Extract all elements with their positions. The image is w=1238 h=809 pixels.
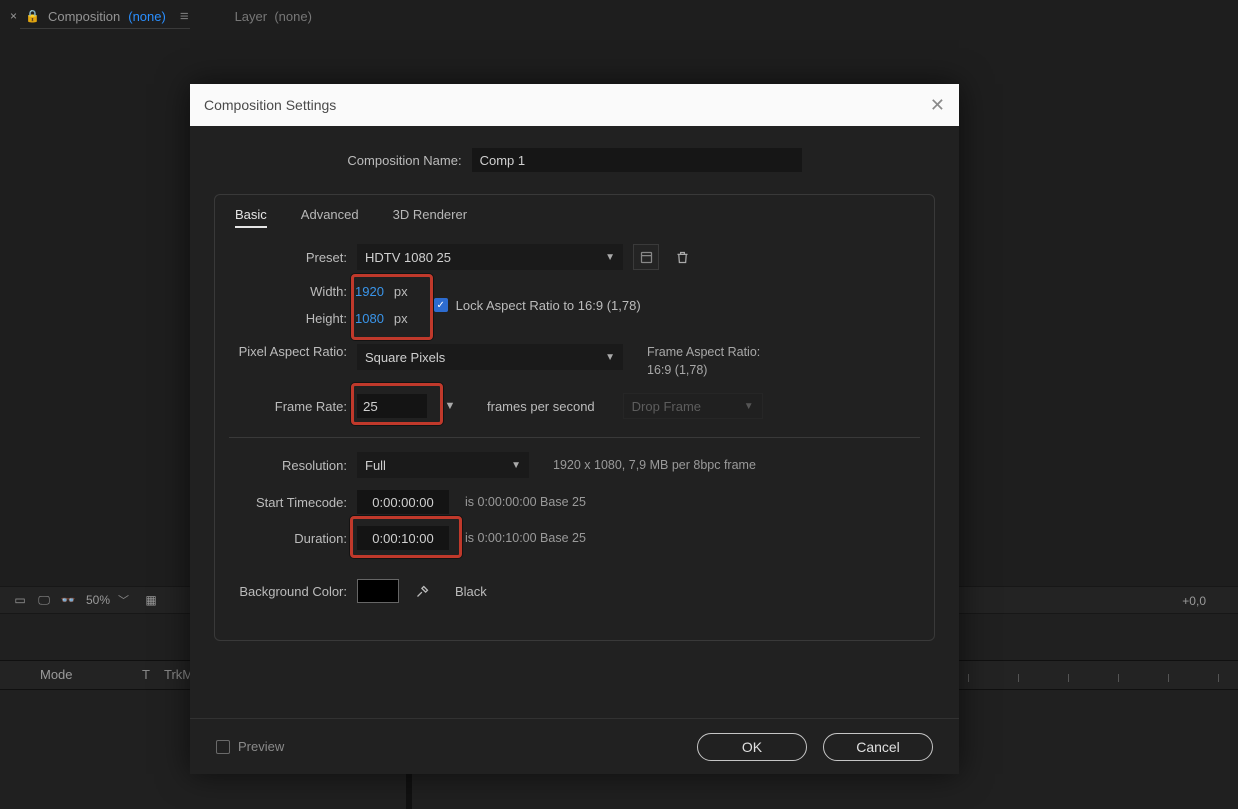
preset-label: Preset: [233, 250, 347, 265]
column-trkm[interactable]: TrkM [164, 667, 193, 682]
mask-icon[interactable]: 👓 [60, 593, 76, 607]
width-label: Width: [233, 284, 347, 299]
preset-value: HDTV 1080 25 [365, 250, 451, 265]
tab-3d-renderer[interactable]: 3D Renderer [393, 207, 467, 228]
bg-color-swatch[interactable] [357, 579, 399, 603]
eyedropper-button[interactable] [409, 578, 435, 604]
comp-name-label: Composition Name: [347, 153, 461, 168]
resolution-select[interactable]: Full ▼ [357, 452, 529, 478]
par-label: Pixel Aspect Ratio: [233, 344, 347, 359]
layer-label-text: Layer [235, 9, 268, 24]
bg-color-name: Black [455, 584, 487, 599]
resolution-info: 1920 x 1080, 7,9 MB per 8bpc frame [553, 458, 756, 472]
frame-rate-label: Frame Rate: [233, 399, 347, 414]
offset-value: +0,0 [1182, 587, 1206, 615]
composition-tab-label: Composition [48, 9, 120, 24]
layout-icon[interactable]: ▦ [143, 593, 159, 607]
chevron-down-icon: ▼ [744, 401, 754, 412]
fps-label: frames per second [487, 399, 595, 414]
frame-rate-dropdown-icon[interactable]: ▼ [437, 400, 463, 412]
drop-frame-value: Drop Frame [632, 399, 701, 414]
column-t[interactable]: T [142, 667, 150, 682]
duration-info: is 0:00:10:00 Base 25 [465, 531, 586, 545]
layer-tab-label: Layer (none) [235, 9, 312, 24]
start-timecode-field[interactable] [357, 490, 449, 514]
height-unit: px [394, 311, 408, 326]
viewer-tabs: × 🔒 Composition (none) ≡ Layer (none) [0, 4, 1238, 28]
column-mode[interactable]: Mode [40, 667, 73, 682]
ok-button[interactable]: OK [697, 733, 807, 761]
tabs: Basic Advanced 3D Renderer [235, 207, 916, 228]
lock-aspect-label: Lock Aspect Ratio to 16:9 (1,78) [456, 298, 641, 313]
save-preset-button[interactable] [633, 244, 659, 270]
frame-rate-field[interactable] [357, 394, 427, 418]
duration-field[interactable] [357, 526, 449, 550]
timeline-ruler [938, 660, 1238, 690]
composition-settings-dialog: Composition Settings ✕ Composition Name:… [190, 84, 959, 774]
resolution-label: Resolution: [233, 458, 347, 473]
lock-aspect-checkbox[interactable]: ✓ [434, 298, 448, 312]
chevron-down-icon: ▼ [605, 252, 615, 263]
width-value[interactable]: 1920 [355, 284, 384, 299]
bg-color-label: Background Color: [233, 584, 347, 599]
start-timecode-info: is 0:00:00:00 Base 25 [465, 495, 586, 509]
preview-checkbox[interactable] [216, 740, 230, 754]
tab-basic[interactable]: Basic [235, 207, 267, 228]
close-icon[interactable]: ✕ [930, 95, 945, 116]
cancel-button[interactable]: Cancel [823, 733, 933, 761]
resolution-value: Full [365, 458, 386, 473]
drop-frame-select: Drop Frame ▼ [623, 393, 763, 419]
tab-underline [20, 28, 190, 29]
preview-label: Preview [238, 739, 284, 754]
divider [229, 437, 920, 438]
comp-name-field[interactable] [472, 148, 802, 172]
preset-select[interactable]: HDTV 1080 25 ▼ [357, 244, 623, 270]
device-icon[interactable]: ▭ [12, 593, 28, 607]
composition-none-link[interactable]: (none) [128, 9, 166, 24]
layer-none-text: (none) [274, 9, 312, 24]
panel-menu-icon[interactable]: ≡ [180, 8, 189, 25]
display-icon[interactable]: 🖵 [36, 593, 52, 608]
width-unit: px [394, 284, 408, 299]
chevron-down-icon: ▼ [511, 460, 521, 471]
dialog-titlebar: Composition Settings ✕ [190, 84, 959, 126]
dialog-title: Composition Settings [204, 97, 336, 113]
zoom-chevron-icon[interactable]: ﹀ [118, 592, 129, 608]
par-value: Square Pixels [365, 350, 445, 365]
tab-advanced[interactable]: Advanced [301, 207, 359, 228]
lock-icon[interactable]: 🔒 [25, 9, 40, 23]
chevron-down-icon: ▼ [605, 352, 615, 363]
height-value[interactable]: 1080 [355, 311, 384, 326]
par-select[interactable]: Square Pixels ▼ [357, 344, 623, 370]
dialog-footer: Preview OK Cancel [190, 718, 959, 774]
delete-preset-button[interactable] [669, 244, 695, 270]
far-label: Frame Aspect Ratio: [647, 344, 760, 362]
duration-label: Duration: [233, 531, 347, 546]
zoom-value[interactable]: 50% [86, 593, 110, 607]
settings-tabs-box: Basic Advanced 3D Renderer Preset: HDTV … [214, 194, 935, 641]
height-label: Height: [233, 311, 347, 326]
far-value: 16:9 (1,78) [647, 362, 760, 380]
start-timecode-label: Start Timecode: [233, 495, 347, 510]
close-icon[interactable]: × [10, 9, 17, 23]
